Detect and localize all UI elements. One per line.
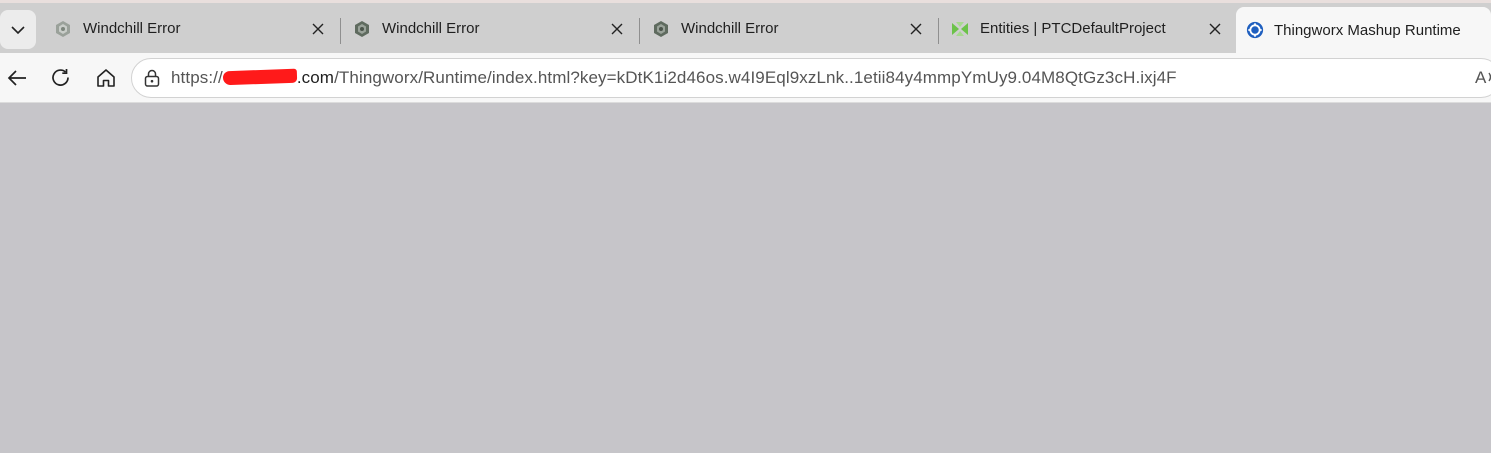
- redaction-mark: [222, 68, 298, 86]
- tab-title: Entities | PTCDefaultProject: [980, 20, 1166, 37]
- windchill-logo-icon: [353, 20, 371, 38]
- refresh-icon: [52, 69, 69, 86]
- close-tab-icon[interactable]: [1205, 19, 1225, 39]
- arrow-left-icon: [7, 70, 26, 86]
- url-scheme: https://: [171, 68, 223, 87]
- back-button[interactable]: [1, 62, 33, 94]
- tab-thingworx-mashup-runtime[interactable]: Thingworx Mashup Runtime: [1236, 7, 1491, 53]
- home-icon: [97, 69, 115, 87]
- url-host-suffix: .com: [296, 68, 335, 87]
- tab-title: Windchill Error: [83, 20, 181, 37]
- tab-title: Thingworx Mashup Runtime: [1274, 21, 1461, 39]
- browser-toolbar: https:// .com/Thingworx/Runtime/index.htm…: [0, 53, 1491, 103]
- windchill-logo-icon: [652, 20, 670, 38]
- thingworx-gear-icon: [1246, 21, 1264, 39]
- windchill-logo-icon: [54, 20, 72, 38]
- tab-title: Windchill Error: [382, 20, 480, 37]
- lock-icon[interactable]: [143, 69, 161, 87]
- close-tab-icon[interactable]: [308, 19, 328, 39]
- tab-windchill-error-3[interactable]: Windchill Error: [638, 7, 936, 50]
- close-tab-icon[interactable]: [906, 19, 926, 39]
- refresh-button[interactable]: [45, 62, 77, 94]
- tab-strip: Windchill Error Windchill Error Windchil…: [0, 0, 1491, 53]
- tab-entities-ptcdefaultproject[interactable]: Entities | PTCDefaultProject: [937, 7, 1235, 50]
- address-bar[interactable]: https:// .com/Thingworx/Runtime/index.htm…: [131, 58, 1491, 98]
- chevron-down-icon: [11, 25, 25, 34]
- svg-text:A: A: [1475, 68, 1487, 87]
- url-text[interactable]: https:// .com/Thingworx/Runtime/index.htm…: [171, 68, 1177, 88]
- tab-windchill-error-1[interactable]: Windchill Error: [40, 7, 338, 50]
- read-aloud-icon[interactable]: A: [1475, 66, 1491, 93]
- thingworx-entities-icon: [951, 20, 969, 38]
- tab-windchill-error-2[interactable]: Windchill Error: [339, 7, 637, 50]
- tab-title: Windchill Error: [681, 20, 779, 37]
- close-tab-icon[interactable]: [607, 19, 627, 39]
- url-path: /Thingworx/Runtime/index.html?key=kDtK1i…: [334, 68, 1177, 87]
- home-button[interactable]: [90, 62, 122, 94]
- page-content-area: [0, 103, 1491, 453]
- tab-actions-button[interactable]: [0, 10, 36, 49]
